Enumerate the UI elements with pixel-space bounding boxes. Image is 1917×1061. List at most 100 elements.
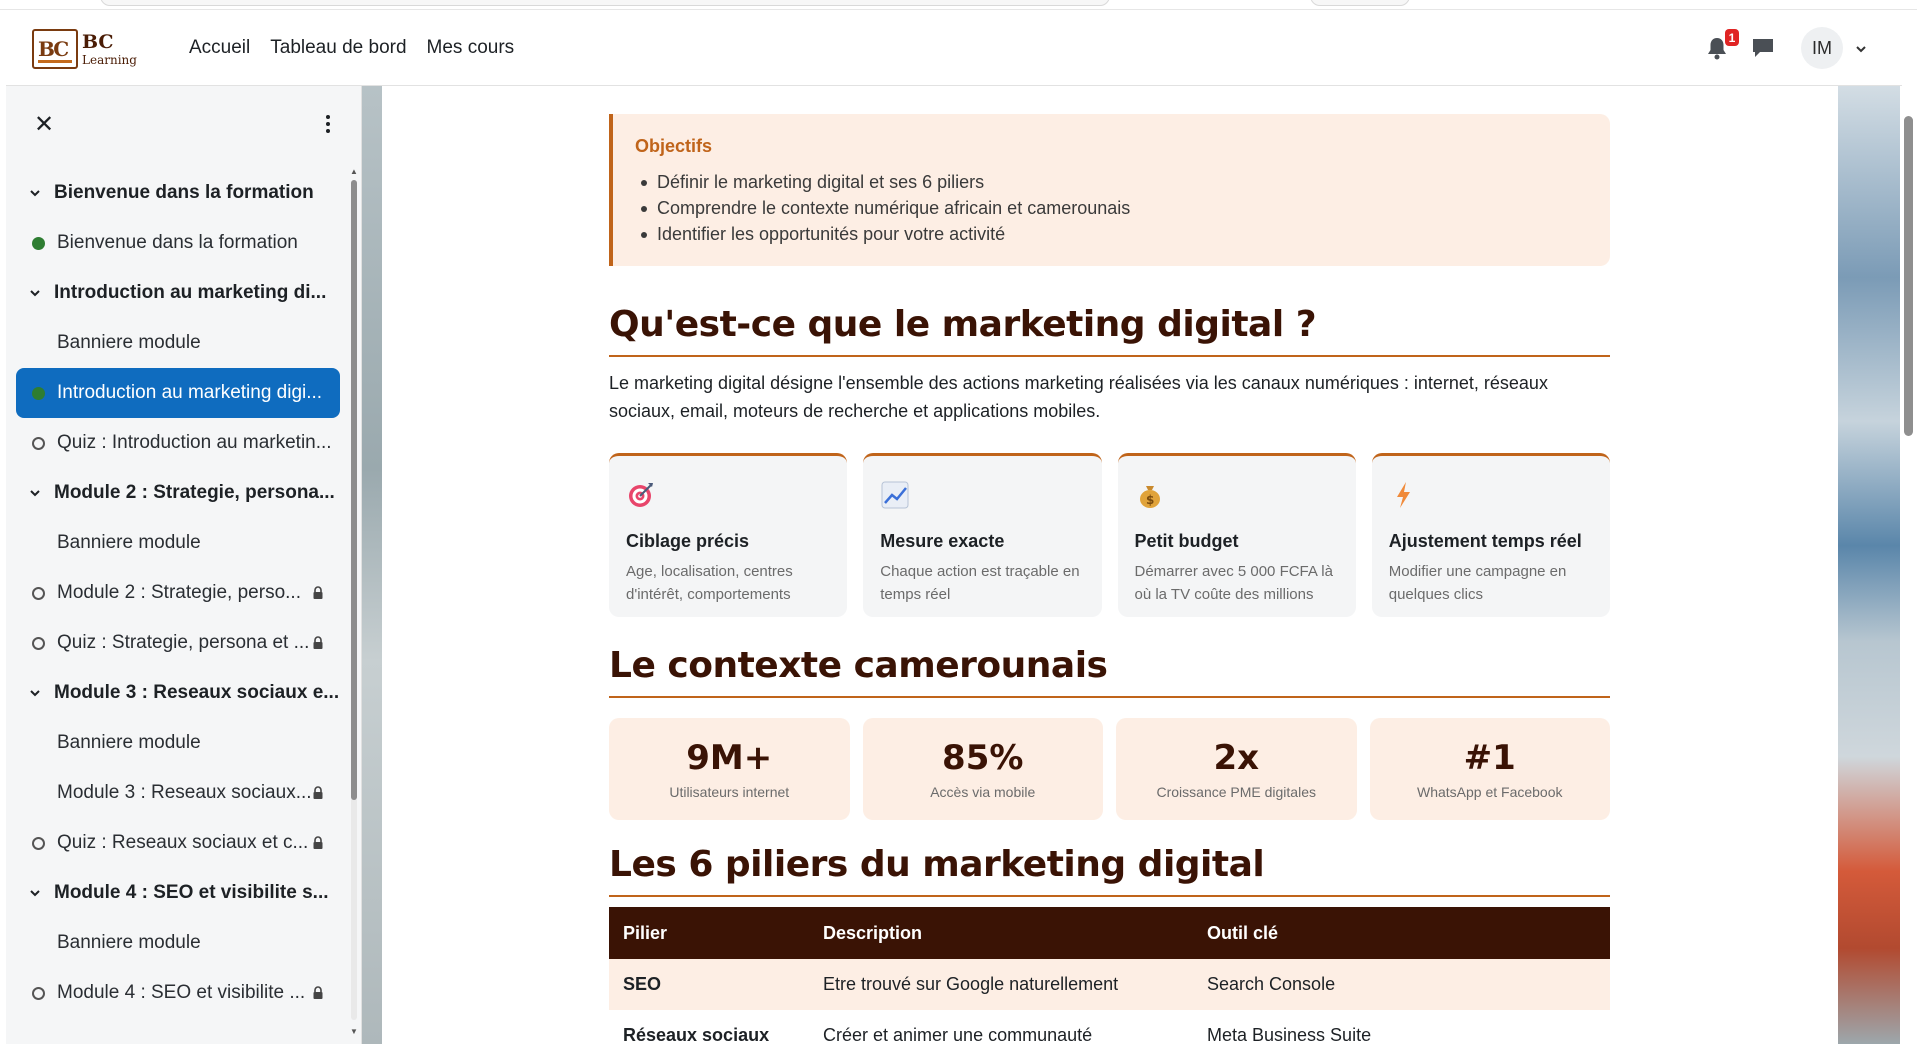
scrollbar-thumb[interactable] — [351, 180, 357, 800]
item-label: Quiz : Strategie, persona et ... — [57, 632, 310, 653]
course-section-header[interactable]: Introduction au marketing di... — [16, 268, 346, 318]
objectives-title: Objectifs — [635, 136, 713, 156]
chart-up-icon — [881, 481, 909, 509]
course-activity-item[interactable]: Introduction au marketing digi... — [16, 368, 340, 418]
item-label: Banniere module — [57, 532, 201, 553]
item-label: Module 4 : SEO et visibilite s... — [54, 882, 329, 903]
stat-label: Accès via mobile — [930, 784, 1036, 800]
more-options-icon[interactable] — [318, 112, 338, 136]
feature-title: Ajustement temps réel — [1388, 531, 1582, 551]
table-cell: Search Console — [1193, 959, 1610, 1010]
table-cell: Réseaux sociaux — [623, 1025, 770, 1045]
svg-text:$: $ — [1146, 493, 1154, 507]
course-section-header[interactable]: Bienvenue dans la formation — [16, 168, 346, 218]
completion-done-icon — [32, 237, 45, 250]
objective-item: Définir le marketing digital et ses 6 pi… — [635, 169, 1586, 195]
table-header-row: Pilier Description Outil clé — [609, 907, 1610, 959]
objective-item: Comprendre le contexte numérique africai… — [635, 195, 1586, 221]
close-drawer-button[interactable]: ✕ — [30, 110, 58, 138]
scroll-down-arrow-icon[interactable]: ▼ — [350, 1028, 358, 1036]
course-activity-item[interactable]: Module 2 : Strategie, perso... — [16, 568, 346, 618]
table-cell: SEO — [609, 959, 809, 1010]
course-activity-item[interactable]: Quiz : SEO et visibilite Goo... — [16, 1018, 346, 1026]
course-activity-item[interactable]: Module 3 : Reseaux sociaux... — [16, 768, 346, 818]
chevron-down-icon[interactable] — [1854, 42, 1868, 56]
course-index-drawer: ✕ Bienvenue dans la formation Bienvenue d… — [6, 86, 362, 1044]
pillars-table: Pilier Description Outil clé SEO Etre tr… — [609, 907, 1610, 1061]
item-label: Bienvenue dans la formation — [57, 232, 298, 253]
course-activity-item[interactable]: Quiz : Strategie, persona et ... — [16, 618, 346, 668]
table-cell: Etre trouvé sur Google naturellement — [809, 959, 1193, 1010]
page-scrollbar-thumb[interactable] — [1904, 116, 1913, 436]
objective-item: Identifier les opportunités pour votre a… — [635, 221, 1586, 247]
course-activity-item[interactable]: Banniere module — [16, 918, 346, 968]
chevron-down-icon[interactable] — [29, 287, 41, 299]
lightning-icon — [1396, 482, 1410, 508]
course-section-header[interactable]: Module 3 : Reseaux sociaux e... — [16, 668, 346, 718]
target-icon — [629, 483, 653, 507]
feature-text: Modifier une campagne en quelques clics — [1388, 563, 1567, 603]
item-label: Module 2 : Strategie, perso... — [57, 582, 301, 603]
feature-text: Démarrer avec 5 000 FCFA là où la TV coû… — [1134, 563, 1333, 603]
page-scrollbar[interactable] — [1900, 86, 1917, 1044]
course-activity-item[interactable]: Quiz : Introduction au marketin... — [16, 418, 346, 468]
toolbar-button-edge[interactable] — [1310, 0, 1410, 6]
chevron-down-icon[interactable] — [29, 487, 41, 499]
feature-card: $ Petit budget Démarrer avec 5 000 FCFA … — [1117, 453, 1356, 617]
table-row: Réseaux sociaux Créer et animer une comm… — [609, 1010, 1610, 1061]
messages-icon[interactable] — [1751, 37, 1775, 59]
course-index-list: Bienvenue dans la formation Bienvenue dan… — [16, 168, 346, 1026]
stat-value: #1 — [1463, 738, 1516, 778]
chevron-down-icon[interactable] — [29, 687, 41, 699]
feature-card: Ciblage précis Age, localisation, centre… — [609, 453, 848, 617]
stat-card: #1 WhatsApp et Facebook — [1369, 718, 1610, 820]
table-row: SEO Etre trouvé sur Google naturellement… — [609, 959, 1610, 1010]
site-logo[interactable]: BC BC Learning — [32, 26, 144, 72]
lock-icon — [313, 786, 323, 799]
stat-card: 9M+ Utilisateurs internet — [609, 718, 850, 820]
column-header: Outil clé — [1193, 907, 1610, 959]
objectives-box: Objectifs Définir le marketing digital e… — [609, 114, 1610, 266]
course-section-header[interactable]: Module 2 : Strategie, persona... — [16, 468, 346, 518]
completion-todo-icon — [32, 637, 45, 650]
stat-value: 85% — [942, 738, 1024, 778]
item-label: Module 2 : Strategie, persona... — [54, 482, 335, 503]
chevron-down-icon[interactable] — [29, 187, 41, 199]
course-activity-item[interactable]: Banniere module — [16, 318, 346, 368]
chevron-down-icon[interactable] — [29, 887, 41, 899]
stat-card: 2x Croissance PME digitales — [1116, 718, 1357, 820]
item-label: Banniere module — [57, 732, 201, 753]
item-label: Quiz : Introduction au marketin... — [57, 432, 332, 453]
user-avatar[interactable]: IM — [1801, 27, 1843, 69]
nav-link-tableau-de-bord[interactable]: Tableau de bord — [270, 37, 406, 59]
stat-label: Croissance PME digitales — [1156, 784, 1316, 800]
feature-title: Mesure exacte — [880, 531, 1005, 551]
book-logo-icon: BC — [38, 37, 70, 61]
course-activity-item[interactable]: Module 4 : SEO et visibilite ... — [16, 968, 346, 1018]
course-activity-item[interactable]: Bienvenue dans la formation — [16, 218, 346, 268]
primary-nav: Accueil Tableau de bord Mes cours — [189, 10, 514, 86]
item-label: Module 3 : Reseaux sociaux e... — [54, 682, 340, 703]
course-section-header[interactable]: Module 4 : SEO et visibilite s... — [16, 868, 346, 918]
item-label: Bienvenue dans la formation — [54, 182, 314, 203]
address-bar-edge[interactable] — [100, 0, 1110, 6]
completion-todo-icon — [32, 987, 45, 1000]
course-activity-item[interactable]: Banniere module — [16, 518, 346, 568]
course-activity-item[interactable]: Banniere module — [16, 718, 346, 768]
nav-link-mes-cours[interactable]: Mes cours — [427, 37, 515, 59]
completion-todo-icon — [32, 587, 45, 600]
course-activity-item[interactable]: Quiz : Reseaux sociaux et c... — [16, 818, 346, 868]
lock-icon — [313, 636, 323, 649]
scroll-up-arrow-icon[interactable]: ▲ — [350, 168, 358, 176]
browser-chrome-strip — [0, 0, 1917, 10]
nav-link-accueil[interactable]: Accueil — [189, 37, 250, 59]
lock-icon — [313, 986, 323, 999]
item-label: Banniere module — [57, 332, 201, 353]
drawer-scrollbar[interactable]: ▲ ▼ — [350, 168, 358, 1038]
course-background-image-right — [1838, 86, 1902, 1044]
item-label: Module 3 : Reseaux sociaux... — [57, 782, 312, 803]
item-label: Banniere module — [57, 932, 201, 953]
stat-value: 9M+ — [686, 738, 773, 778]
column-header: Description — [809, 907, 1193, 959]
lock-icon — [313, 836, 323, 849]
